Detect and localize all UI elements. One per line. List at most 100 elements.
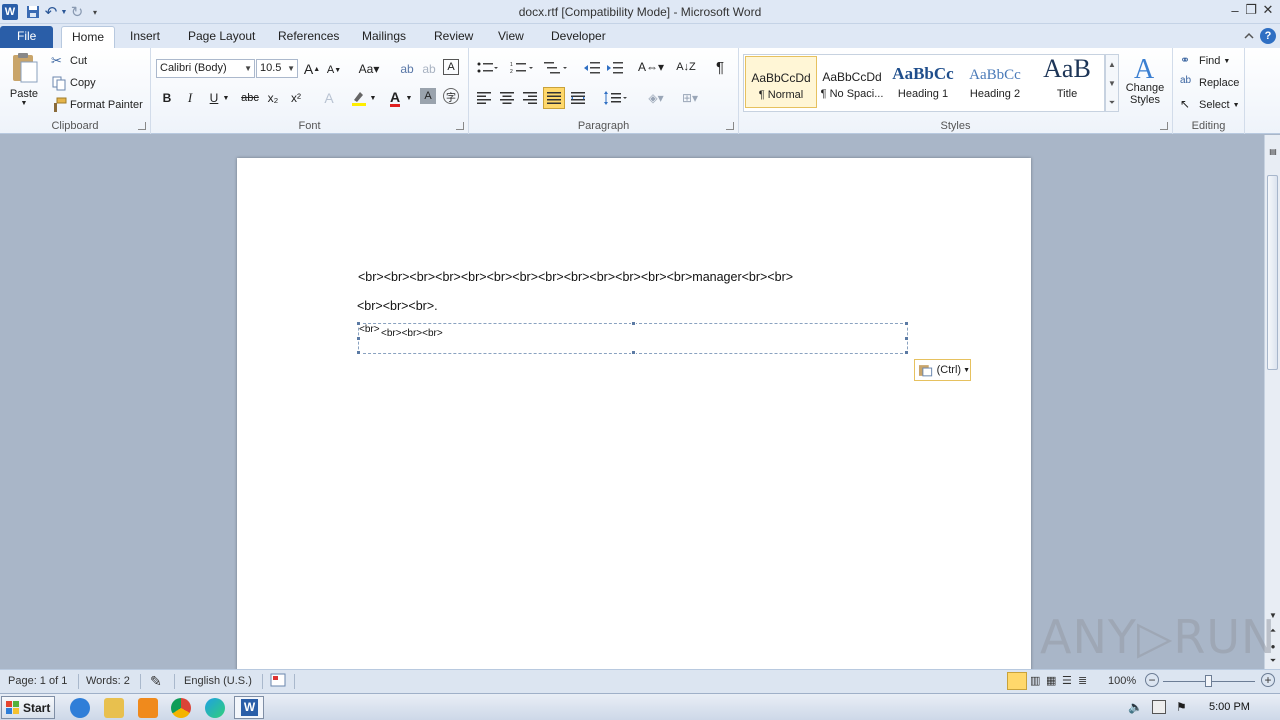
word-count[interactable]: Words: 2 [86, 675, 130, 687]
grow-font-icon[interactable]: A ▲ [302, 59, 322, 79]
chrome-icon[interactable] [171, 698, 191, 718]
network-icon[interactable] [1152, 700, 1166, 714]
close-icon[interactable]: ✕ [1257, 1, 1279, 19]
distributed-icon[interactable] [568, 88, 588, 108]
document-paragraph-1[interactable]: <br><br><br><br><br><br><br><br><br><br>… [358, 270, 793, 284]
change-styles-button[interactable]: A Change Styles [1122, 52, 1168, 106]
proofing-icon[interactable]: ✎ [150, 673, 162, 690]
draft-view-icon[interactable]: ≣ [1078, 674, 1087, 687]
page-count[interactable]: Page: 1 of 1 [8, 675, 67, 687]
shading-icon[interactable]: ◈▾ [643, 88, 669, 108]
bullets-icon[interactable] [474, 58, 500, 78]
align-center-icon[interactable] [497, 88, 517, 108]
media-player-icon[interactable] [138, 698, 158, 718]
font-launcher-icon[interactable] [456, 122, 464, 130]
zoom-out-icon[interactable]: − [1145, 673, 1159, 687]
sort-icon[interactable]: A↓Z [676, 57, 696, 77]
tab-file[interactable]: File [0, 26, 54, 48]
subscript-button[interactable]: x₂ [263, 88, 283, 108]
character-shading-icon[interactable]: A [420, 88, 436, 104]
web-layout-icon[interactable]: ▦ [1046, 674, 1056, 687]
zoom-level[interactable]: 100% [1108, 675, 1136, 687]
minimize-ribbon-icon[interactable] [1240, 27, 1258, 45]
tab-review[interactable]: Review [426, 26, 481, 48]
font-size-combo[interactable]: 10.5 ▼ [256, 59, 298, 78]
volume-icon[interactable]: 🔈 [1128, 700, 1143, 714]
paragraph-launcher-icon[interactable] [726, 122, 734, 130]
asian-layout-icon[interactable]: A⇔▾ [637, 57, 665, 77]
show-formatting-icon[interactable]: ¶ [710, 57, 730, 77]
copy-button[interactable]: Copy [51, 75, 96, 91]
styles-scroll-down-icon[interactable]: ▼ [1106, 74, 1118, 93]
help-icon[interactable]: ? [1259, 27, 1277, 45]
taskbar-word-button[interactable]: W [234, 696, 264, 719]
text-box-second-line[interactable]: <br><br><br> [381, 328, 443, 339]
resize-handle-right[interactable] [904, 336, 909, 341]
outline-view-icon[interactable]: ☰ [1062, 674, 1072, 687]
resize-handle-bottom-right[interactable] [904, 350, 909, 355]
scrollbar-thumb[interactable] [1267, 175, 1278, 370]
clipboard-launcher-icon[interactable] [138, 122, 146, 130]
multilevel-list-icon[interactable] [542, 58, 570, 78]
resize-handle-top-left[interactable] [356, 321, 361, 326]
cut-button[interactable]: ✂ Cut [51, 53, 87, 69]
superscript-button[interactable]: x² [286, 88, 306, 108]
line-spacing-icon[interactable] [602, 88, 630, 108]
underline-dropdown-icon[interactable]: ▼ [221, 88, 231, 108]
italic-button[interactable]: I [180, 88, 200, 108]
action-center-flag-icon[interactable]: ⚑ [1176, 700, 1190, 714]
vertical-scrollbar[interactable]: ▤ ▼ ⏶ ● ⏷ [1264, 135, 1280, 669]
align-right-icon[interactable] [520, 88, 540, 108]
strikethrough-button[interactable]: abc [238, 88, 262, 108]
font-color-icon[interactable]: A [385, 88, 405, 108]
paste-options-button[interactable]: (Ctrl) ▼ [914, 359, 971, 381]
document-area[interactable]: <br><br><br><br><br><br><br><br><br><br>… [0, 135, 1264, 669]
text-box-first-line[interactable]: <br> [359, 324, 380, 335]
zoom-in-icon[interactable]: + [1261, 673, 1275, 687]
numbering-icon[interactable]: 12 [508, 58, 536, 78]
document-paragraph-2[interactable]: <br><br><br>. [357, 299, 438, 313]
resize-handle-bottom-left[interactable] [356, 350, 361, 355]
increase-indent-icon[interactable] [605, 58, 625, 78]
text-effects-icon[interactable]: A [319, 88, 339, 108]
language[interactable]: English (U.S.) [184, 675, 252, 687]
tab-insert[interactable]: Insert [122, 26, 168, 48]
taskbar-clock[interactable]: 5:00 PM [1209, 701, 1250, 713]
style-normal[interactable]: AaBbCcDd ¶ Normal [745, 56, 817, 108]
select-button[interactable]: ↖ Select ▼ [1180, 97, 1240, 113]
tab-page-layout[interactable]: Page Layout [180, 26, 263, 48]
macro-recording-icon[interactable] [270, 673, 286, 690]
bold-button[interactable]: B [157, 88, 177, 108]
tab-view[interactable]: View [490, 26, 532, 48]
replace-button[interactable]: ab Replace [1180, 75, 1239, 91]
resize-handle-top-right[interactable] [904, 321, 909, 326]
resize-handle-top[interactable] [631, 321, 636, 326]
style-heading-2[interactable]: AaBbCc Heading 2 [959, 56, 1031, 108]
align-left-icon[interactable] [474, 88, 494, 108]
file-explorer-icon[interactable] [104, 698, 124, 718]
find-button[interactable]: ⚭ Find ▼ [1180, 53, 1230, 69]
enclose-characters-icon[interactable]: 字 [443, 88, 459, 104]
ruler-toggle-icon[interactable]: ▤ [1267, 145, 1279, 157]
decrease-indent-icon[interactable] [582, 58, 602, 78]
styles-more-icon[interactable]: ⏷ [1106, 93, 1118, 112]
paste-button[interactable]: Paste ▼ [6, 52, 42, 116]
full-screen-reading-icon[interactable]: ▥ [1030, 674, 1040, 687]
tab-home[interactable]: Home [61, 26, 115, 48]
start-button[interactable]: Start [1, 696, 55, 719]
clear-formatting-icon[interactable]: ab [419, 59, 439, 79]
highlight-dropdown-icon[interactable]: ▼ [368, 88, 378, 108]
format-painter-button[interactable]: Format Painter [51, 97, 143, 113]
zoom-slider-thumb[interactable] [1205, 675, 1212, 687]
borders-icon[interactable]: ⊞▾ [677, 88, 703, 108]
character-border-icon[interactable]: A [443, 59, 459, 75]
font-name-combo[interactable]: Calibri (Body) ▼ [156, 59, 255, 78]
edge-icon[interactable] [205, 698, 225, 718]
style-heading-1[interactable]: AaBbCc Heading 1 [887, 56, 959, 108]
highlight-icon[interactable] [349, 88, 369, 108]
resize-handle-left[interactable] [356, 336, 361, 341]
change-case-icon[interactable]: Aa▾ [356, 59, 382, 79]
document-page[interactable]: <br><br><br><br><br><br><br><br><br><br>… [237, 158, 1031, 669]
shrink-font-icon[interactable]: A ▼ [324, 60, 344, 80]
font-color-dropdown-icon[interactable]: ▼ [404, 88, 414, 108]
